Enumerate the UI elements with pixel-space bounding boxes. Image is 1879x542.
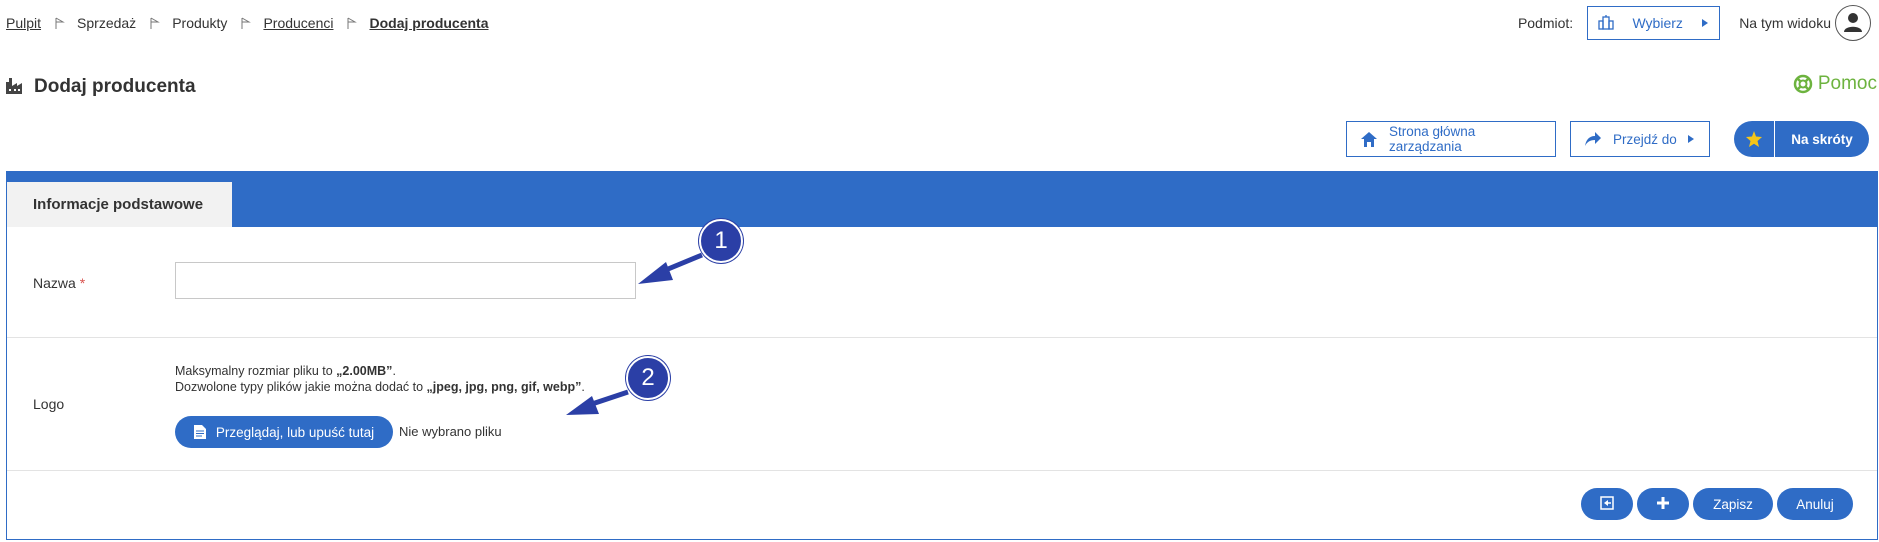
callout-1: 1	[699, 219, 743, 263]
arrow-1-icon	[638, 252, 703, 284]
arrow-2-icon	[566, 389, 629, 415]
annotation-arrows	[566, 252, 703, 415]
callout-2: 2	[626, 356, 670, 400]
